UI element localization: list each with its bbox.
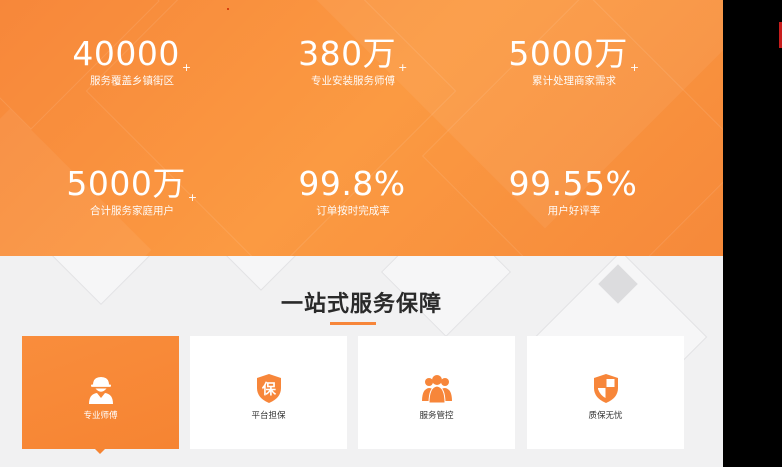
- stat-rating: 99.55% 用户好评率: [474, 165, 674, 218]
- worker-icon: [88, 377, 113, 404]
- stat-value: 5000万: [508, 34, 628, 73]
- card-label: 平台担保: [251, 411, 286, 421]
- stat-plus: +: [181, 61, 192, 74]
- team-icon: [421, 375, 452, 404]
- card-label: 专业师傅: [83, 411, 118, 421]
- stat-value: 99.8%: [298, 164, 406, 203]
- stat-value: 40000: [72, 34, 180, 73]
- stat-label: 累计处理商家需求: [532, 75, 616, 87]
- stat-merchant-requests: 5000万 + 累计处理商家需求: [474, 35, 674, 88]
- card-platform-guarantee[interactable]: 保 平台担保: [190, 336, 347, 449]
- stat-value: 380万: [298, 34, 397, 73]
- stat-label: 合计服务家庭用户: [90, 205, 174, 217]
- svg-text:保: 保: [261, 381, 277, 398]
- stat-value: 99.55%: [508, 164, 638, 203]
- page: 40000 + 服务覆盖乡镇街区 380万 + 专业安装服务师傅 5000万 + 累计…: [0, 0, 723, 467]
- stat-households: 5000万 + 合计服务家庭用户: [32, 165, 232, 218]
- stat-coverage: 40000 + 服务覆盖乡镇街区: [32, 35, 232, 88]
- section-title: 一站式服务保障: [280, 292, 442, 317]
- card-label: 服务管控: [419, 411, 454, 421]
- stat-label: 服务覆盖乡镇街区: [90, 75, 174, 87]
- card-service-control[interactable]: 服务管控: [358, 336, 515, 449]
- service-guarantee-section: 一站式服务保障 专业师傅 保 平台担保 服务管控 质保无忧: [0, 256, 723, 467]
- quality-shield-icon: [593, 374, 618, 403]
- stat-label: 订单按时完成率: [316, 205, 390, 217]
- card-label: 质保无忧: [588, 411, 623, 421]
- stats-banner: 40000 + 服务覆盖乡镇街区 380万 + 专业安装服务师傅 5000万 + 累计…: [0, 0, 723, 256]
- stat-plus: +: [187, 191, 198, 204]
- active-pointer: [95, 449, 105, 454]
- card-quality-assurance[interactable]: 质保无忧: [527, 336, 684, 449]
- stat-installers: 380万 + 专业安装服务师傅: [253, 35, 453, 88]
- card-professional-worker[interactable]: 专业师傅: [22, 336, 179, 454]
- stat-label: 专业安装服务师傅: [311, 75, 395, 87]
- stat-plus: +: [398, 61, 408, 74]
- stat-plus: +: [629, 61, 640, 74]
- shield-bao-icon: 保: [256, 374, 281, 403]
- stat-value: 5000万: [66, 164, 186, 203]
- title-underline: [330, 322, 376, 325]
- stat-on-time-rate: 99.8% 订单按时完成率: [253, 165, 453, 218]
- stat-label: 用户好评率: [547, 205, 601, 217]
